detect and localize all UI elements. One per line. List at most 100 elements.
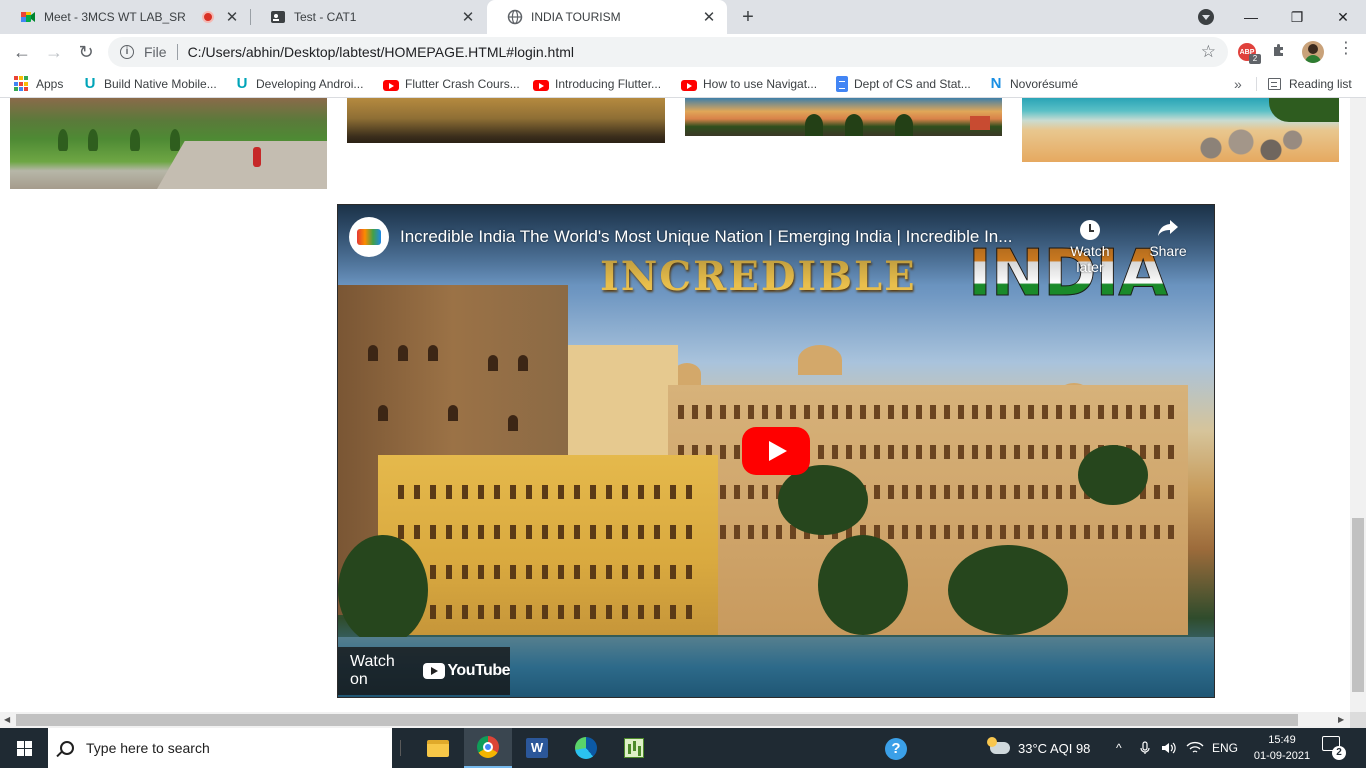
bookmark-label: Novorésumé <box>1010 77 1079 91</box>
play-button-icon[interactable] <box>742 427 810 475</box>
info-icon[interactable]: i <box>120 45 134 59</box>
word-app[interactable]: W <box>513 728 561 768</box>
bookmark-flutter-crash[interactable]: Flutter Crash Cours... <box>383 75 520 93</box>
scroll-right-arrow-icon[interactable]: ▶ <box>1338 715 1344 724</box>
reading-list-button[interactable]: Reading list <box>1268 75 1352 93</box>
novoresume-icon: N <box>990 75 1002 92</box>
taskbar-divider <box>400 740 401 756</box>
new-tab-button[interactable]: + <box>736 5 760 29</box>
back-button[interactable]: ← <box>8 38 36 66</box>
bookmark-how-to-navigate[interactable]: How to use Navigat... <box>681 75 817 93</box>
taskbar-search[interactable]: Type here to search <box>48 728 392 768</box>
chrome-app[interactable] <box>464 728 512 768</box>
edge-app[interactable] <box>562 728 610 768</box>
palm-tree <box>845 114 863 136</box>
notification-count: 2 <box>1332 746 1346 760</box>
video-title[interactable]: Incredible India The World's Most Unique… <box>400 227 1080 247</box>
extensions-puzzle-icon[interactable] <box>1271 42 1287 62</box>
dome <box>798 345 842 375</box>
bookmark-label: Dept of CS and Stat... <box>854 77 971 91</box>
weather-widget[interactable]: 33°C AQI 98 <box>987 728 1090 768</box>
clock-time: 15:49 <box>1268 734 1296 746</box>
tree <box>818 535 908 635</box>
restore-button[interactable]: ❐ <box>1274 0 1320 34</box>
share-button[interactable]: Share <box>1138 217 1198 259</box>
bookmark-label: Introducing Flutter... <box>555 77 662 91</box>
bookmark-star-icon[interactable]: ☆ <box>1201 42 1216 62</box>
watch-later-label: Watch later <box>1070 243 1110 275</box>
tree <box>170 129 180 151</box>
extension-badge: 2 <box>1249 54 1261 64</box>
vertical-scroll-thumb[interactable] <box>1352 518 1364 692</box>
chart-app[interactable] <box>610 728 658 768</box>
scroll-left-arrow-icon[interactable]: ◀ <box>4 715 10 724</box>
page-viewport: INCREDIBLE INDIA Incredible India The Wo… <box>0 98 1350 712</box>
yellow-palace <box>378 455 718 635</box>
tab-india-tourism[interactable]: INDIA TOURISM ✕ <box>487 0 727 34</box>
clock-date: 01-09-2021 <box>1253 750 1311 762</box>
tab-search-icon[interactable] <box>1198 9 1214 25</box>
bookmark-build-native[interactable]: U Build Native Mobile... <box>82 75 217 93</box>
tab-test-cat1[interactable]: Test - CAT1 ✕ <box>250 0 486 34</box>
bookmark-dept-cs[interactable]: Dept of CS and Stat... <box>836 75 971 93</box>
tab-meet[interactable]: Meet - 3MCS WT LAB_SR ✕ <box>0 0 250 34</box>
palace-building <box>668 385 1188 635</box>
bookmark-label: Build Native Mobile... <box>104 77 217 91</box>
weather-cloud-icon <box>987 737 1010 754</box>
chrome-icon <box>477 736 499 758</box>
google-meet-icon <box>20 9 36 25</box>
language-indicator[interactable]: ENG <box>1212 728 1238 768</box>
close-tab-icon[interactable]: ✕ <box>460 9 476 26</box>
taskbar-clock[interactable]: 15:49 01-09-2021 <box>1252 732 1312 764</box>
house <box>970 116 990 130</box>
start-button[interactable] <box>0 728 48 768</box>
watch-later-button[interactable]: Watch later <box>1060 217 1120 275</box>
greenery <box>1269 98 1339 122</box>
google-docs-icon <box>836 76 848 92</box>
url-text[interactable]: C:/Users/abhin/Desktop/labtest/HOMEPAGE.… <box>188 44 574 60</box>
bookmark-label: Flutter Crash Cours... <box>405 77 520 91</box>
close-tab-icon[interactable]: ✕ <box>701 9 717 26</box>
person-figure <box>253 147 261 167</box>
tree <box>130 129 140 151</box>
recording-icon <box>202 11 214 23</box>
close-tab-icon[interactable]: ✕ <box>224 9 240 26</box>
file-explorer-app[interactable] <box>414 728 462 768</box>
vertical-scrollbar[interactable] <box>1350 98 1366 712</box>
bookmarks-divider <box>1256 77 1257 91</box>
classroom-icon <box>270 9 286 25</box>
profile-avatar[interactable] <box>1302 41 1324 63</box>
forward-button[interactable]: → <box>40 38 68 66</box>
youtube-icon <box>533 79 549 91</box>
bookmark-novoresume[interactable]: N Novorésumé <box>988 75 1078 93</box>
tab-label: INDIA TOURISM <box>531 10 621 24</box>
tree <box>1078 445 1148 505</box>
bookmark-apps[interactable]: Apps <box>14 75 63 93</box>
youtube-wordmark: YouTube <box>447 662 510 679</box>
help-icon[interactable]: ? <box>885 738 907 760</box>
minimize-button[interactable]: — <box>1228 0 1274 34</box>
edge-icon <box>575 737 597 759</box>
channel-avatar[interactable] <box>349 217 389 257</box>
microphone-icon[interactable] <box>1137 728 1153 768</box>
youtube-video-embed[interactable]: INCREDIBLE INDIA Incredible India The Wo… <box>337 204 1215 698</box>
wifi-icon[interactable] <box>1186 728 1204 768</box>
notification-center-button[interactable]: 2 <box>1322 736 1346 760</box>
bookmarks-overflow-button[interactable]: » <box>1234 76 1242 92</box>
bookmark-developing-android[interactable]: U Developing Androi... <box>234 75 364 93</box>
scrollbar-corner <box>1350 712 1366 728</box>
reload-button[interactable]: ↻ <box>72 38 100 66</box>
kebab-menu-icon[interactable]: ⋮ <box>1338 39 1354 59</box>
watch-on-youtube-button[interactable]: Watch on YouTube <box>338 647 510 695</box>
close-window-button[interactable]: ✕ <box>1320 0 1366 34</box>
horizontal-scrollbar[interactable]: ◀ ▶ <box>0 712 1350 728</box>
volume-icon[interactable] <box>1160 728 1178 768</box>
folder-icon <box>427 739 449 757</box>
address-bar[interactable]: i File C:/Users/abhin/Desktop/labtest/HO… <box>108 37 1228 67</box>
garden-path <box>157 141 327 189</box>
chart-app-icon <box>624 738 644 758</box>
bookmark-introducing-flutter[interactable]: Introducing Flutter... <box>533 75 661 93</box>
tray-overflow-button[interactable]: ^ <box>1116 728 1122 768</box>
horizontal-scroll-thumb[interactable] <box>16 714 1298 726</box>
youtube-logo-icon: YouTube <box>423 662 510 680</box>
